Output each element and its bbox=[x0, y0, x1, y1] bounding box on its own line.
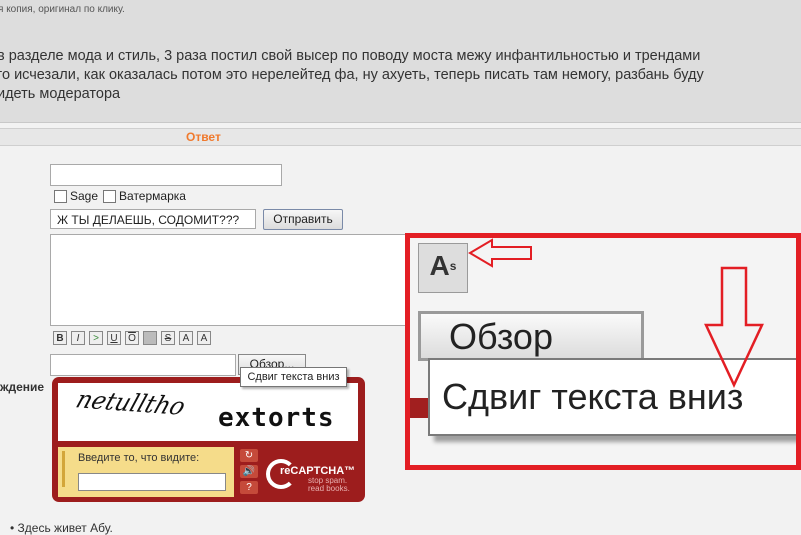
left-arrow-icon bbox=[468, 238, 532, 268]
down-arrow-icon bbox=[704, 266, 764, 388]
annotation-arrows bbox=[468, 238, 764, 388]
